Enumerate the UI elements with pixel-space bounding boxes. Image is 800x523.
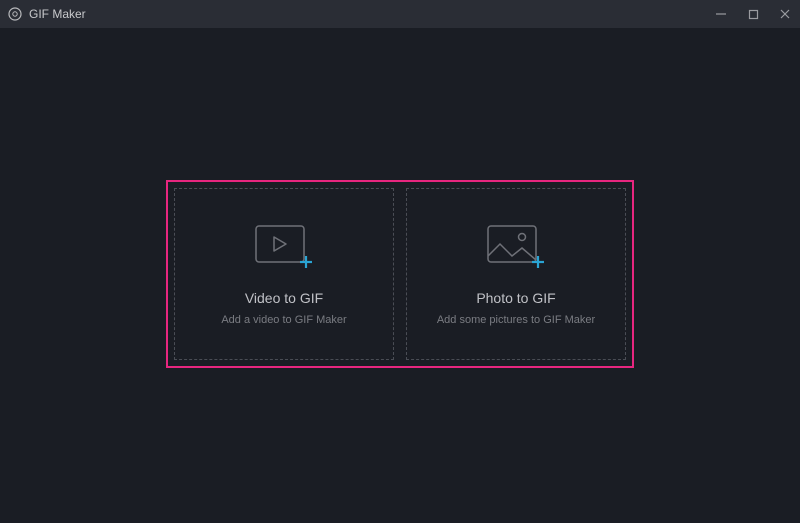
photo-option-subtitle: Add some pictures to GIF Maker <box>437 314 595 326</box>
minimize-button[interactable] <box>714 7 728 21</box>
video-option-title: Video to GIF <box>245 290 323 306</box>
photo-to-gif-card[interactable]: Photo to GIF Add some pictures to GIF Ma… <box>406 188 626 360</box>
photo-option-title: Photo to GIF <box>476 290 555 306</box>
video-option-subtitle: Add a video to GIF Maker <box>221 314 346 326</box>
window-controls <box>714 7 792 21</box>
video-icon <box>250 222 318 274</box>
video-to-gif-card[interactable]: Video to GIF Add a video to GIF Maker <box>174 188 394 360</box>
maximize-button[interactable] <box>746 7 760 21</box>
close-button[interactable] <box>778 7 792 21</box>
titlebar-left: GIF Maker <box>8 7 86 21</box>
app-title: GIF Maker <box>29 7 86 21</box>
titlebar: GIF Maker <box>0 0 800 28</box>
content-area: Video to GIF Add a video to GIF Maker Ph… <box>0 28 800 523</box>
photo-icon <box>482 222 550 274</box>
app-logo-icon <box>8 7 22 21</box>
option-container: Video to GIF Add a video to GIF Maker Ph… <box>166 180 634 368</box>
